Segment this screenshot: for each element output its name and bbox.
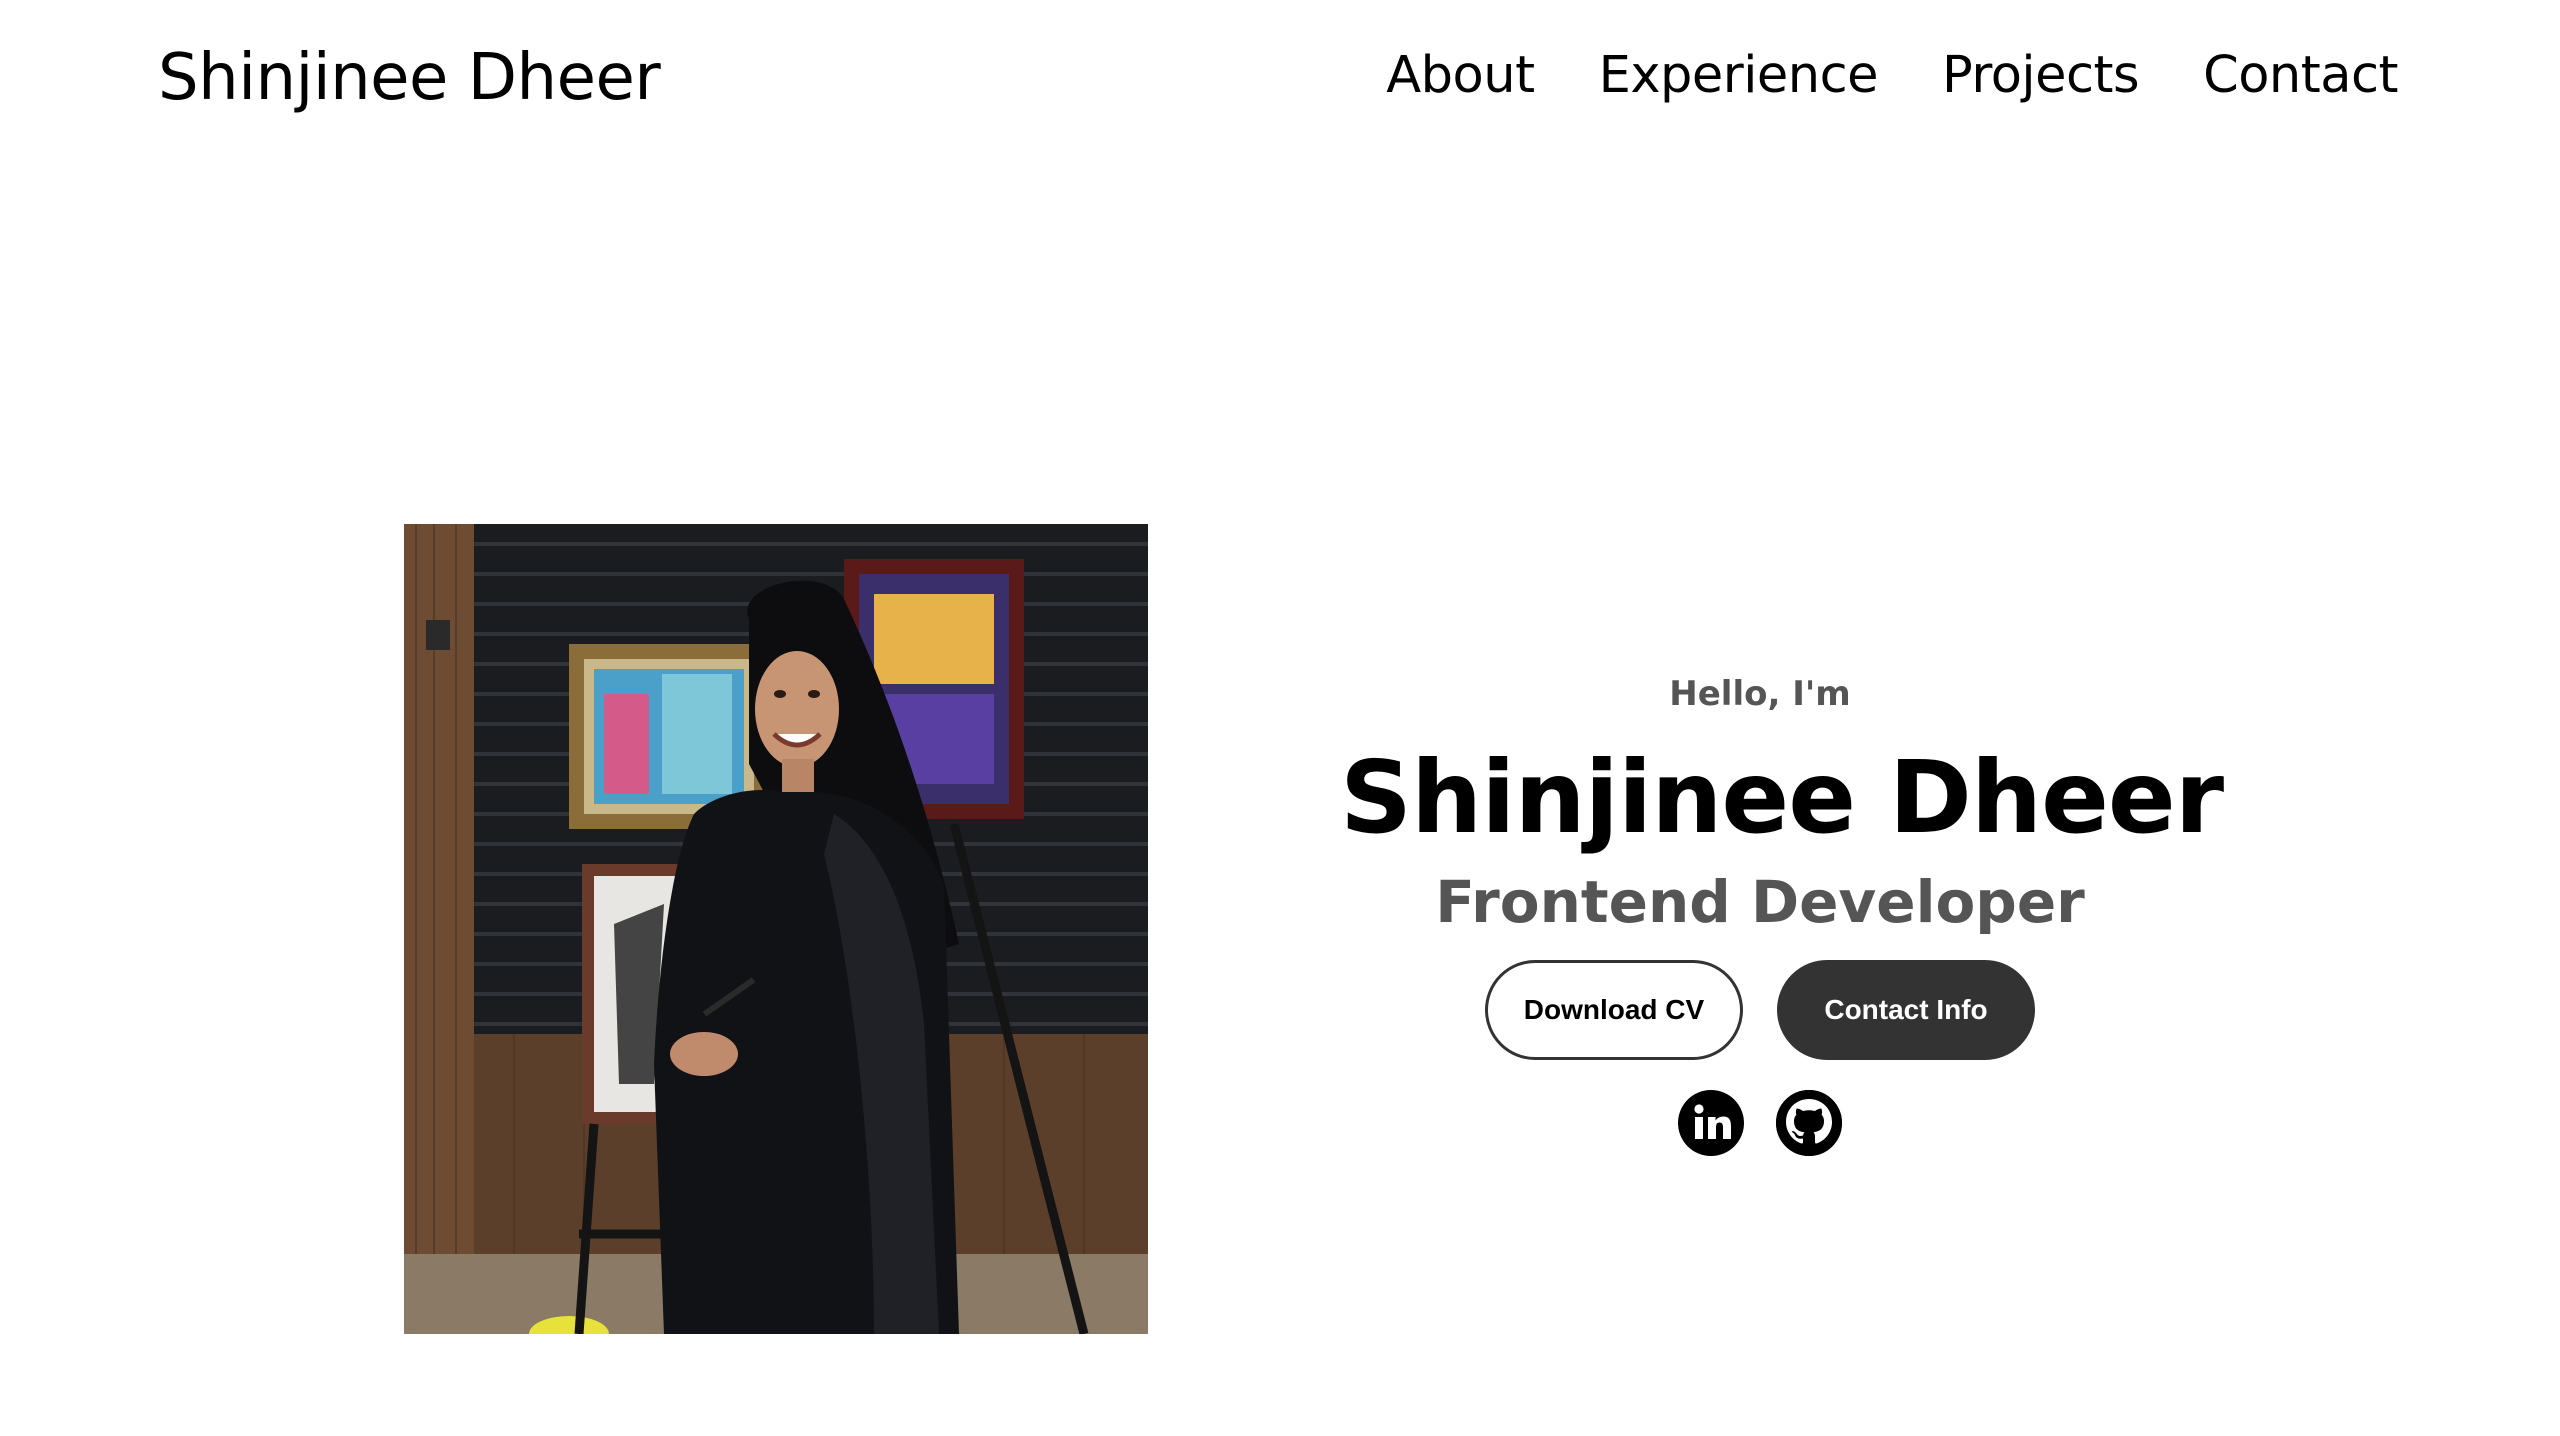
contact-info-button[interactable]: Contact Info [1777,960,2035,1060]
hero-role: Frontend Developer [1435,868,2085,936]
linkedin-icon[interactable] [1678,1090,1744,1156]
site-logo[interactable]: Shinjinee Dheer [158,40,661,116]
download-cv-button[interactable]: Download CV [1485,960,1743,1060]
hero-intro: Hello, I'm Shinjinee Dheer Frontend Deve… [1340,660,2224,1156]
github-icon[interactable] [1776,1090,1842,1156]
profile-photo [404,524,1148,1334]
nav-link-contact[interactable]: Contact [2203,44,2398,108]
hero-buttons: Download CV Contact Info [1340,960,2180,1060]
nav-link-projects[interactable]: Projects [1942,44,2140,108]
nav-links: About Experience Projects Contact [1386,44,2398,108]
greeting-text: Hello, I'm [1669,674,1851,714]
social-links [1340,1090,2180,1156]
nav-link-experience[interactable]: Experience [1599,44,1879,108]
navbar: Shinjinee Dheer About Experience Project… [0,0,2560,160]
nav-link-about[interactable]: About [1386,44,1535,108]
hero-name: Shinjinee Dheer [1340,739,2224,856]
